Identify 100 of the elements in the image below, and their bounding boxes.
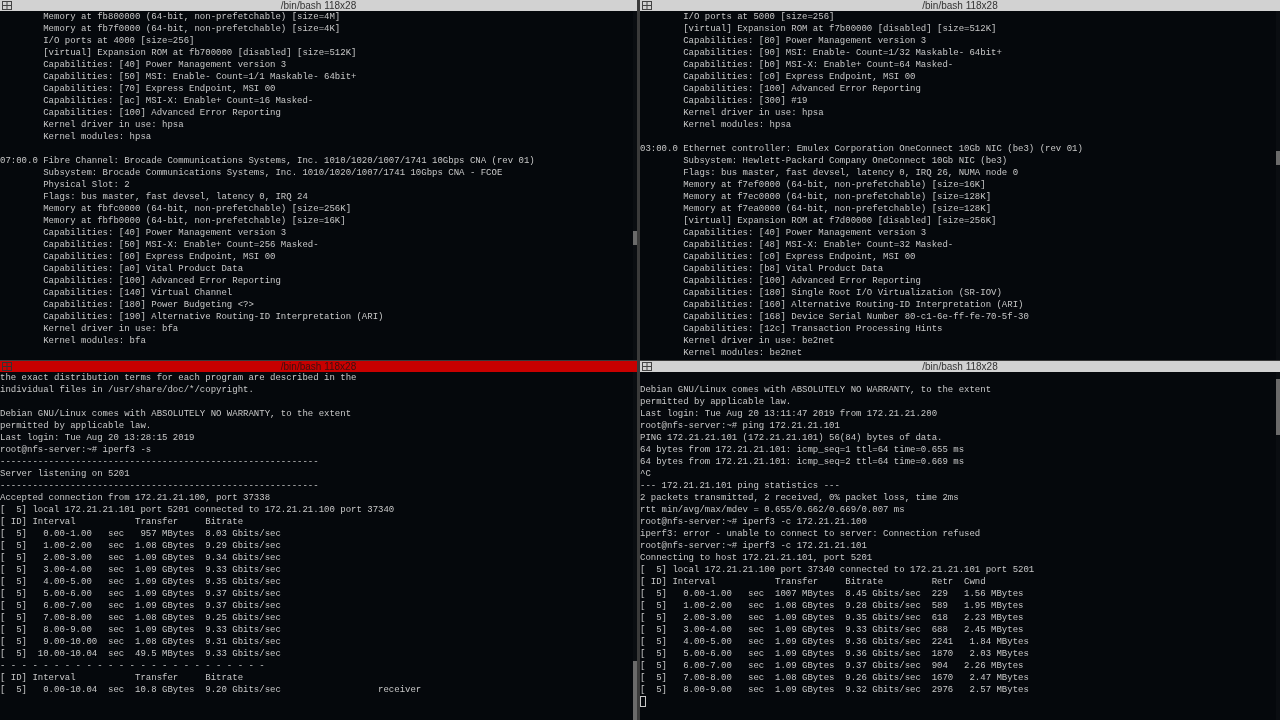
terminal-line: Debian GNU/Linux comes with ABSOLUTELY NO WARRANTY, to the extent [0,408,352,420]
terminal-line: Capabilities: [a0] Vital Product Data [42,263,244,275]
pane-title: /bin/bash 118x28 [280,361,357,372]
terminal-line: --- 172.21.21.101 ping statistics --- [640,480,840,492]
terminal-line: Capabilities: [180] Power Budgeting <?> [42,299,254,311]
terminal-line: Capabilities: [190] Alternative Routing-ID Interpretation (ARI) [42,311,384,323]
terminal-line: 2 packets transmitted, 2 received, 0% packet loss, time 2ms [640,492,959,504]
terminal-line: [virtual] Expansion ROM at fb700000 [disabled] [size=512K] [42,47,357,59]
terminal-line: Capabilities: [100] Advanced Error Reporting [42,107,281,119]
terminal-window-icon[interactable] [642,362,652,371]
terminal-line: Capabilities: [c0] Express Endpoint, MSI 00 [682,71,916,83]
terminal-line: root@nfs-server:~# iperf3 -c 172.21.21.100 [640,516,867,528]
terminal-line: [ 5] 8.00-9.00 sec 1.09 GBytes 9.32 Gbits/sec 2976 2.57 MBytes [640,684,1029,696]
scrollbar-thumb[interactable] [633,230,637,245]
terminal-line: Capabilities: [ac] MSI-X: Enable+ Count=16 Masked- [42,95,314,107]
terminal-line: Memory at fb800000 (64-bit, non-prefetchable) [size=4M] [42,11,341,23]
terminal-line: root@nfs-server:~# ping 172.21.21.101 [640,420,840,432]
terminal-line: Kernel modules: be2net [682,347,803,359]
terminal-line: Kernel driver in use: bfa [42,323,179,335]
pane-title: /bin/bash 118x28 [280,0,357,11]
terminal-line: 64 bytes from 172.21.21.101: icmp_seq=1 ttl=64 time=0.655 ms [640,444,965,456]
pane-title: /bin/bash 118x28 [922,361,998,372]
terminal-line: Capabilities: [60] Express Endpoint, MSI 00 [42,251,276,263]
terminal-line: [ 5] 7.00-8.00 sec 1.08 GBytes 9.26 Gbits/sec 1670 2.47 MBytes [640,672,1029,684]
terminal-line: permitted by applicable law. [640,396,792,408]
terminal-line: Capabilities: [70] Express Endpoint, MSI 00 [42,83,276,95]
terminal-window-icon[interactable] [2,1,12,10]
terminal-line: Subsystem: Brocade Communications Systems, Inc. 1010/1020/1007/1741 10Gbps CNA - FCOE [42,167,503,179]
terminal-line: [ 5] local 172.21.21.100 port 37340 connected to 172.21.21.101 port 5201 [640,564,1035,576]
scrollbar-thumb[interactable] [1276,378,1280,435]
terminal-line: 64 bytes from 172.21.21.101: icmp_seq=2 ttl=64 time=0.669 ms [640,456,965,468]
terminal-line: Capabilities: [160] Alternative Routing-ID Interpretation (ARI) [682,299,1024,311]
terminal-line: Server listening on 5201 [0,468,130,480]
terminal-line: [ 5] 8.00-9.00 sec 1.09 GBytes 9.33 Gbits/sec [0,624,281,636]
terminal-line: [ 5] 0.00-1.00 sec 957 MBytes 8.03 Gbits/sec [0,528,281,540]
terminal-line: Memory at f7ef0000 (64-bit, non-prefetchable) [size=16K] [682,179,986,191]
terminal-line: [ 5] 0.00-10.04 sec 10.8 GBytes 9.20 Gbits/sec receiver [0,684,422,696]
terminal-line: permitted by applicable law. [0,420,152,432]
terminal-line: [ 5] 2.00-3.00 sec 1.09 GBytes 9.34 Gbits/sec [0,552,281,564]
terminal-line: [ 5] 6.00-7.00 sec 1.09 GBytes 9.37 Gbits/sec 904 2.26 MBytes [640,660,1024,672]
terminal-line: [ 5] 3.00-4.00 sec 1.09 GBytes 9.33 Gbits/sec [0,564,281,576]
terminal-line: [ 5] 6.00-7.00 sec 1.09 GBytes 9.37 Gbits/sec [0,600,281,612]
terminal-line: Last login: Tue Aug 20 13:11:47 2019 from 172.21.21.200 [640,408,938,420]
terminal-line: Kernel driver in use: hpsa [682,107,824,119]
scrollbar-thumb[interactable] [1276,150,1280,165]
terminal-line: ----------------------------------------------------------- [0,480,319,492]
terminal-line: Capabilities: [b0] MSI-X: Enable+ Count=64 Masked- [682,59,954,71]
terminal-line: Kernel driver in use: be2net [682,335,835,347]
terminal-line: Memory at f7ec0000 (64-bit, non-prefetchable) [size=128K] [682,191,992,203]
terminal-line: Memory at fbfb0000 (64-bit, non-prefetchable) [size=16K] [42,215,346,227]
terminal-line: [ 5] 1.00-2.00 sec 1.08 GBytes 9.29 Gbits/sec [0,540,281,552]
terminal-line: ----------------------------------------------------------- [0,456,319,468]
terminal-line: Flags: bus master, fast devsel, latency 0, IRQ 24 [42,191,308,203]
terminal-line: Capabilities: [140] Virtual Channel [42,287,233,299]
terminal-line: PING 172.21.21.101 (172.21.21.101) 56(84) bytes of data. [640,432,943,444]
terminal-line: [ 5] 5.00-6.00 sec 1.09 GBytes 9.37 Gbits/sec [0,588,281,600]
terminal-line: [ 5] 9.00-10.00 sec 1.08 GBytes 9.31 Gbits/sec [0,636,281,648]
terminal-line: 07:00.0 Fibre Channel: Brocade Communications Systems, Inc. 1010/1020/1007/1741 10Gbps CNA (rev 01) [0,155,535,167]
terminal-line: Capabilities: [100] Advanced Error Reporting [42,275,281,287]
terminal-line: Capabilities: [50] MSI-X: Enable+ Count=256 Masked- [42,239,319,251]
terminal-line: Capabilities: [12c] Transaction Processing Hints [682,323,943,335]
terminal-line: Capabilities: [48] MSI-X: Enable+ Count=32 Masked- [682,239,954,251]
terminal-line: Physical Slot: 2 [42,179,130,191]
terminal-line: Capabilities: [40] Power Management version 3 [42,227,287,239]
terminal-line: Kernel modules: hpsa [42,131,152,143]
terminal-line: [ 5] 4.00-5.00 sec 1.09 GBytes 9.36 Gbits/sec 2241 1.84 MBytes [640,636,1029,648]
terminal-line: I/O ports at 4000 [size=256] [42,35,195,47]
terminal-line: ^C [640,468,651,480]
terminal-line: Flags: bus master, fast devsel, latency 0, IRQ 26, NUMA node 0 [682,167,1019,179]
terminal-line: [ 5] local 172.21.21.101 port 5201 connected to 172.21.21.100 port 37340 [0,504,395,516]
terminal-line: Capabilities: [b8] Vital Product Data [682,263,884,275]
terminal-line: Kernel modules: bfa [42,335,146,347]
terminal-line: Memory at f7ea0000 (64-bit, non-prefetchable) [size=128K] [682,203,992,215]
terminal-line: [ 5] 3.00-4.00 sec 1.09 GBytes 9.33 Gbits/sec 688 2.45 MBytes [640,624,1024,636]
terminal-line: [ 5] 4.00-5.00 sec 1.09 GBytes 9.35 Gbits/sec [0,576,281,588]
terminal-line: Capabilities: [40] Power Management version 3 [682,227,927,239]
terminal-line: root@nfs-server:~# iperf3 -s [0,444,152,456]
terminal-window-icon[interactable] [642,1,652,10]
terminal-line: Capabilities: [80] Power Management version 3 [682,35,927,47]
terminal-line: Capabilities: [100] Advanced Error Reporting [682,275,921,287]
terminal-line: 03:00.0 Ethernet controller: Emulex Corporation OneConnect 10Gb NIC (be3) (rev 01) [640,143,1083,155]
terminal-line: [ ID] Interval Transfer Bitrate [0,672,244,684]
terminal-line: the exact distribution terms for each program are described in the [0,372,357,384]
terminal-line: [ 5] 7.00-8.00 sec 1.08 GBytes 9.25 Gbits/sec [0,612,281,624]
terminal-line: [ ID] Interval Transfer Bitrate Retr Cwnd [640,576,986,588]
terminal-line: Capabilities: [168] Device Serial Number 80-c1-6e-ff-fe-70-5f-30 [682,311,1029,323]
terminal-line: individual files in /usr/share/doc/*/copyright. [0,384,254,396]
terminal-line: [ 5] 5.00-6.00 sec 1.09 GBytes 9.36 Gbits/sec 1870 2.03 MBytes [640,648,1029,660]
terminal-line: [ 5] 10.00-10.04 sec 49.5 MBytes 9.33 Gbits/sec [0,648,281,660]
terminal-line: Debian GNU/Linux comes with ABSOLUTELY NO WARRANTY, to the extent [640,384,992,396]
terminal-line: Capabilities: [40] Power Management version 3 [42,59,287,71]
terminal-line: Subsystem: Hewlett-Packard Company OneConnect 10Gb NIC (be3) [682,155,1008,167]
terminal-line: Capabilities: [50] MSI: Enable- Count=1/1 Maskable- 64bit+ [42,71,357,83]
terminal-line: Accepted connection from 172.21.21.100, port 37338 [0,492,271,504]
terminal-line: Kernel driver in use: hpsa [42,119,184,131]
terminal-line: Last login: Tue Aug 20 13:28:15 2019 [0,432,195,444]
terminal-line: Capabilities: [90] MSI: Enable- Count=1/32 Maskable- 64bit+ [682,47,1002,59]
terminal-line: Capabilities: [180] Single Root I/O Virtualization (SR-IOV) [682,287,1002,299]
terminal-line: Memory at fbfc0000 (64-bit, non-prefetchable) [size=256K] [42,203,352,215]
scrollbar-thumb[interactable] [633,660,637,720]
